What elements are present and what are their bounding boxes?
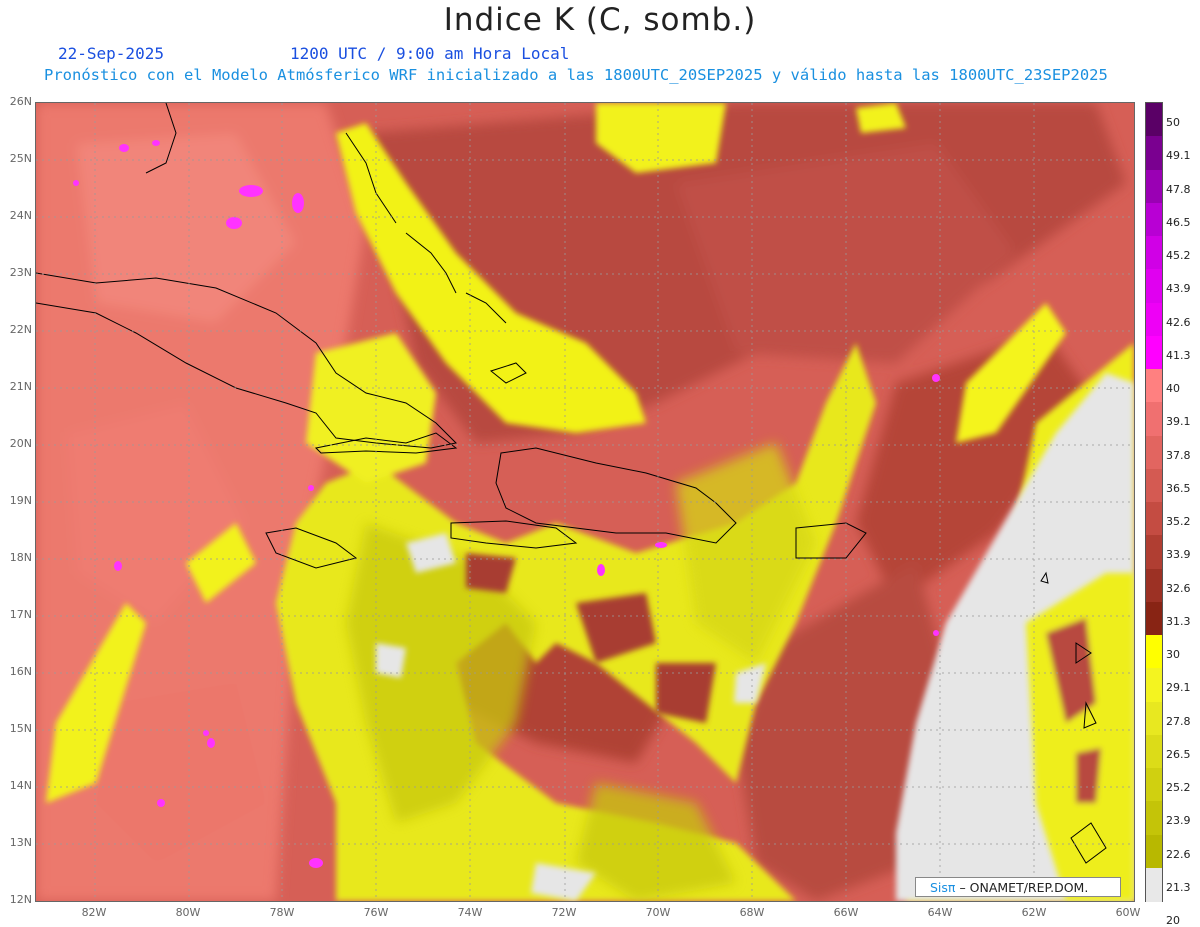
latitude-label: 21N <box>9 380 32 393</box>
longitude-label: 68W <box>739 906 765 919</box>
color-legend-label: 23.9 <box>1166 814 1191 828</box>
latitude-label: 17N <box>9 608 32 621</box>
latitude-label: 20N <box>9 437 32 450</box>
color-legend-segment <box>1146 834 1162 869</box>
latitude-label: 13N <box>9 836 32 849</box>
color-legend-segment <box>1146 136 1162 170</box>
credit-brand: Sisπ <box>930 880 956 895</box>
longitude-label: 72W <box>551 906 577 919</box>
forecast-subtitle: Pronóstico con el Modelo Atmósferico WRF… <box>44 66 1108 84</box>
latitude-label: 12N <box>9 893 32 906</box>
color-legend-segment <box>1146 668 1162 702</box>
color-legend-segment <box>1146 568 1162 603</box>
color-legend-segment <box>1146 169 1162 204</box>
latitude-label: 18N <box>9 551 32 564</box>
color-legend-label: 45.2 <box>1166 249 1191 262</box>
color-legend-label: 37.8 <box>1166 448 1191 462</box>
color-legend-segment <box>1146 202 1162 237</box>
longitude-label: 66W <box>833 906 859 919</box>
color-legend-label: 27.8 <box>1166 714 1191 728</box>
color-legend-segment <box>1146 335 1162 370</box>
color-legend-segment <box>1146 734 1162 769</box>
color-legend-segment <box>1146 435 1162 470</box>
color-legend-segment <box>1146 468 1162 503</box>
longitude-label: 62W <box>1021 906 1047 919</box>
color-legend-segment <box>1146 369 1162 403</box>
color-legend-label: 41.3 <box>1166 348 1191 362</box>
color-legend-label: 22.6 <box>1166 847 1191 861</box>
color-legend-segment <box>1146 269 1162 303</box>
color-legend-label: 25.2 <box>1166 781 1191 794</box>
longitude-label: 74W <box>457 906 483 919</box>
color-legend-label: 47.8 <box>1166 182 1191 196</box>
color-legend-segment <box>1146 768 1162 802</box>
color-legend-segment <box>1146 402 1162 436</box>
color-legend-label: 20 <box>1166 914 1180 927</box>
latitude-label: 15N <box>9 722 32 735</box>
k-index-map <box>35 102 1135 902</box>
color-legend-segment <box>1146 701 1162 736</box>
longitude-label: 82W <box>81 906 107 919</box>
color-legend-label: 42.6 <box>1166 315 1191 329</box>
latitude-label: 25N <box>9 152 32 165</box>
color-legend-label: 39.1 <box>1166 415 1191 429</box>
color-legend-segment <box>1146 801 1162 835</box>
color-legend-segment <box>1146 103 1162 137</box>
valid-time: 1200 UTC / 9:00 am Hora Local <box>290 44 570 63</box>
color-legend-label: 33.9 <box>1166 548 1191 562</box>
longitude-label: 76W <box>363 906 389 919</box>
latitude-label: 16N <box>9 665 32 678</box>
credit-text: – ONAMET/REP.DOM. <box>959 880 1089 895</box>
longitude-label: 64W <box>927 906 953 919</box>
color-legend-segment <box>1146 302 1162 337</box>
color-legend-segment <box>1146 502 1162 536</box>
latitude-label: 19N <box>9 494 32 507</box>
color-legend-label: 30 <box>1166 648 1180 661</box>
color-legend-label: 35.2 <box>1166 515 1191 528</box>
latitude-label: 14N <box>9 779 32 792</box>
color-legend-bar <box>1145 102 1163 902</box>
latitude-label: 26N <box>9 95 32 108</box>
latitude-label: 24N <box>9 209 32 222</box>
longitude-label: 78W <box>269 906 295 919</box>
color-legend-segment <box>1146 601 1162 636</box>
color-legend-label: 32.6 <box>1166 581 1191 595</box>
color-legend-label: 21.3 <box>1166 880 1191 894</box>
color-legend-label: 26.5 <box>1166 747 1191 761</box>
color-legend-label: 43.9 <box>1166 282 1191 296</box>
color-legend-label: 50 <box>1166 116 1180 129</box>
latitude-label: 23N <box>9 266 32 279</box>
color-legend-segment <box>1146 535 1162 569</box>
credit-box: Sisπ – ONAMET/REP.DOM. <box>915 877 1121 897</box>
color-legend-label: 29.1 <box>1166 681 1191 695</box>
color-legend-segment <box>1146 236 1162 270</box>
color-legend-label: 46.5 <box>1166 215 1191 229</box>
color-legend-segment <box>1146 635 1162 669</box>
color-legend-label: 36.5 <box>1166 481 1191 495</box>
color-legend-label: 31.3 <box>1166 614 1191 628</box>
longitude-label: 70W <box>645 906 671 919</box>
map-title: Indice K (C, somb.) <box>443 2 757 38</box>
color-legend-label: 40 <box>1166 382 1180 395</box>
map-canvas <box>36 103 1134 901</box>
longitude-label: 60W <box>1115 906 1141 919</box>
color-legend-segment <box>1146 867 1162 902</box>
latitude-label: 22N <box>9 323 32 336</box>
longitude-label: 80W <box>175 906 201 919</box>
valid-date: 22-Sep-2025 <box>58 44 164 63</box>
color-legend-label: 49.1 <box>1166 149 1191 163</box>
